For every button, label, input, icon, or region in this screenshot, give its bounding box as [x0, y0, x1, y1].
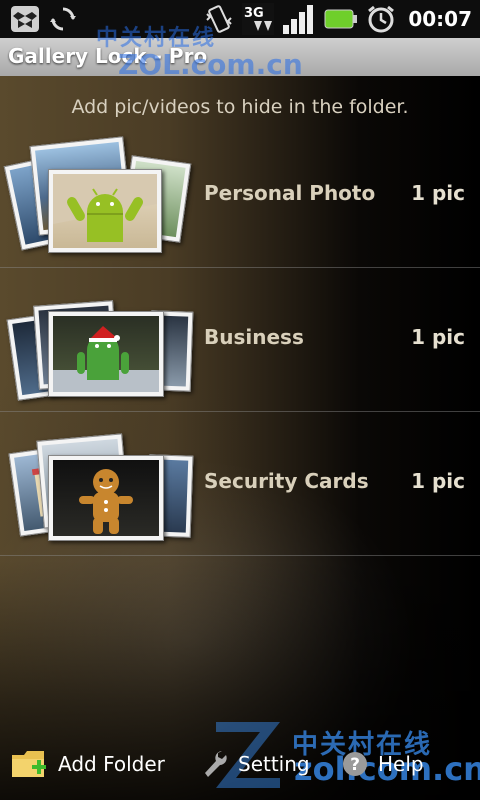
- android-santa-photo: [48, 311, 164, 397]
- dropbox-icon: [10, 5, 40, 33]
- help-button[interactable]: ? Help: [342, 728, 424, 800]
- title-bar: Gallery Lock - Pro: [0, 38, 480, 76]
- svg-text:3G: 3G: [244, 6, 264, 21]
- folder-thumbnail-stack: [6, 275, 198, 403]
- folder-name: Personal Photo: [204, 181, 376, 205]
- folder-count: 1 pic: [411, 469, 465, 493]
- help-icon: ?: [342, 751, 368, 777]
- help-label: Help: [378, 752, 424, 776]
- folder-thumbnail-stack: [3, 131, 198, 259]
- folder-name: Security Cards: [204, 469, 369, 493]
- battery-icon: [324, 8, 358, 30]
- gingerbread-photo: [48, 455, 164, 541]
- setting-button[interactable]: Setting: [202, 728, 310, 800]
- folder-count: 1 pic: [411, 325, 465, 349]
- android-robot-photo: [48, 169, 162, 253]
- status-clock: 00:07: [408, 7, 472, 31]
- folder-count: 1 pic: [411, 181, 465, 205]
- setting-label: Setting: [238, 752, 310, 776]
- svg-text:?: ?: [350, 755, 360, 775]
- alarm-icon: [366, 4, 396, 34]
- add-folder-button[interactable]: Add Folder: [10, 728, 165, 800]
- folder-name: Business: [204, 325, 304, 349]
- wrench-icon: [202, 749, 228, 779]
- instruction-text: Add pic/videos to hide in the folder.: [71, 96, 409, 118]
- folder-thumbnail-stack: [8, 419, 198, 547]
- sync-icon: [50, 6, 76, 32]
- folder-item-business[interactable]: Business 1 pic: [0, 267, 480, 412]
- add-folder-icon: [10, 747, 48, 781]
- folder-item-security-cards[interactable]: Security Cards 1 pic: [0, 411, 480, 556]
- signal-icon: [282, 3, 316, 35]
- bottom-action-bar: Add Folder Setting ? Help: [0, 728, 480, 800]
- network-3g-icon: 3G: [242, 3, 275, 35]
- app-title: Gallery Lock - Pro: [8, 44, 208, 68]
- status-bar: 3G 00:07: [0, 0, 480, 38]
- add-folder-label: Add Folder: [58, 752, 165, 776]
- vibrate-icon: [204, 4, 234, 34]
- folder-item-personal-photo[interactable]: Personal Photo 1 pic: [0, 123, 480, 268]
